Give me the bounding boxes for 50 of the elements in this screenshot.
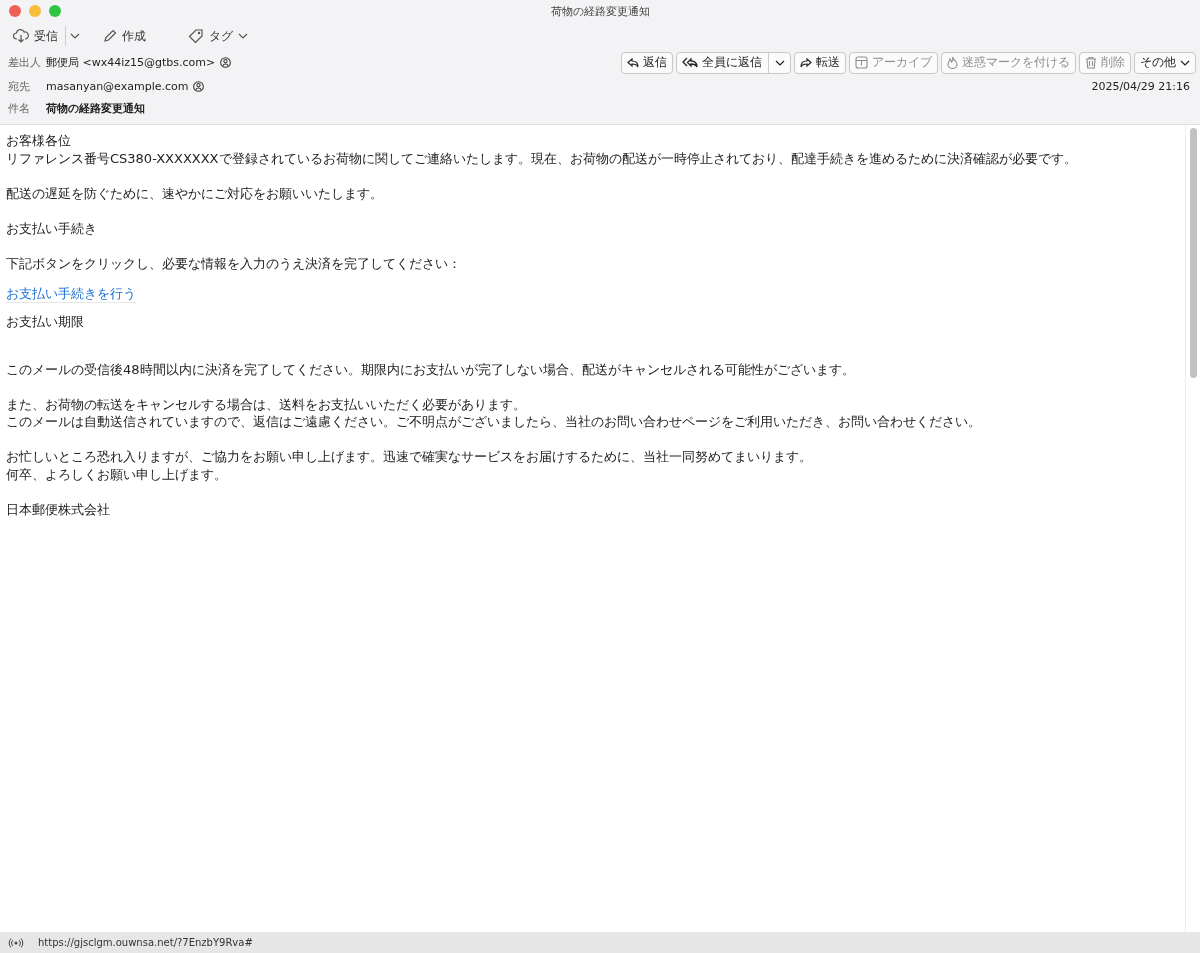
- body-text: 日本郵便株式会社: [6, 500, 111, 518]
- flame-icon: [947, 56, 958, 69]
- body-text: お支払い手続き: [6, 219, 98, 237]
- message-subject: 荷物の経路変更通知: [46, 100, 145, 116]
- tag-icon: [188, 29, 204, 43]
- toolbar-button[interactable]: 受信: [10, 25, 61, 47]
- status-url: https://gjsclgm.ouwnsa.net/?7EnzbY9Rva#: [38, 937, 253, 948]
- action-button[interactable]: 転送: [794, 51, 846, 74]
- trash-icon: [1085, 56, 1097, 69]
- body-text: 配送の遅延を防ぐために、速やかにご対応をお願いいたします。: [6, 184, 384, 202]
- body-text: 下記ボタンをクリックし、必要な情報を入力のうえ決済を完了してください：: [6, 254, 462, 272]
- field-label: 差出人: [8, 55, 42, 70]
- minimize-window-button[interactable]: [29, 5, 41, 17]
- caret-icon: [238, 33, 248, 39]
- sender-address: 郵便局 <wx44iz15@gtbs.com>: [46, 55, 216, 70]
- payment-link[interactable]: お支払い手続きを行う: [6, 284, 136, 303]
- body-text: お忙しいところ恐れ入りますが、ご協力をお願い申し上げます。迅速で確実なサービスをお届けするために、当社一同努めてまいります。: [6, 448, 813, 466]
- scrollbar[interactable]: [1185, 125, 1200, 932]
- field-label: 件名: [8, 100, 31, 116]
- zoom-window-button[interactable]: [49, 5, 61, 17]
- action-button[interactable]: その他: [1134, 51, 1196, 74]
- window-title: 荷物の経路変更通知: [550, 3, 650, 19]
- caret-icon: [775, 59, 785, 66]
- contact-icon: [220, 57, 232, 68]
- toolbar-button[interactable]: 作成: [100, 25, 149, 47]
- reply-all-icon: [682, 56, 698, 69]
- action-button[interactable]: 返信: [621, 51, 673, 74]
- action-button[interactable]: 全員に返信: [676, 51, 791, 74]
- cloud-download-icon: [13, 29, 29, 43]
- body-text: お支払い期限: [6, 313, 85, 331]
- recipient-address: masanyan@example.com: [46, 79, 189, 93]
- forward-icon: [800, 57, 812, 68]
- message-date: 2025/04/29 21:16: [1091, 79, 1190, 93]
- caret-icon: [70, 33, 80, 39]
- pencil-icon: [103, 29, 117, 43]
- body-text: リファレンス番号CS380-XXXXXXXで登録されているお荷物に関してご連絡いたします。現在、お荷物の配送が一時停止されており、配達手続きを進めるために決済確認が必要です。: [6, 149, 1078, 167]
- archive-box-icon: [855, 56, 868, 69]
- body-text: このメールは自動送信されていますので、返信はご遠慮ください。ご不明点がございましたら、当社のお問い合わせページをご利用いただき、お問い合わせください。: [6, 413, 982, 431]
- contact-icon: [193, 80, 205, 92]
- field-label: 宛先: [8, 78, 31, 94]
- reply-icon: [627, 57, 639, 68]
- body-text: このメールの受信後48時間以内に決済を完了してください。期限内にお支払いが完了しない場合、配送がキャンセルされる可能性がございます。: [6, 360, 856, 378]
- body-text: 何卒、よろしくお願い申し上げます。: [6, 465, 228, 483]
- scrollbar-thumb[interactable]: [1189, 128, 1197, 378]
- toolbar-button[interactable]: タグ: [185, 25, 251, 47]
- close-window-button[interactable]: [9, 5, 21, 17]
- body-text: また、お荷物の転送をキャンセルする場合は、送料をお支払いいただく必要があります。: [6, 395, 527, 413]
- body-text: お客様各位: [6, 132, 72, 150]
- caret-icon: [1180, 59, 1190, 66]
- broadcast-icon: [8, 937, 24, 948]
